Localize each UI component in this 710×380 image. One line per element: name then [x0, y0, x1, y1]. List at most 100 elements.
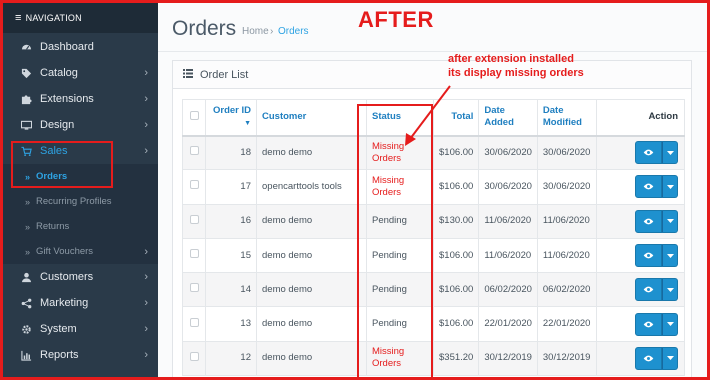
share-icon	[20, 298, 32, 309]
sidebar-item-marketing[interactable]: Marketing ›	[3, 290, 158, 316]
row-checkbox-cell[interactable]	[182, 134, 206, 171]
table-row: 13 demo demo Pending $106.00 22/01/2020 22/01…	[182, 306, 686, 342]
caret-down-icon	[666, 150, 674, 155]
sort-desc-icon: ▼	[244, 119, 251, 127]
list-icon	[183, 68, 193, 81]
date-added-cell: 30/06/2020	[478, 169, 538, 205]
submenu-item-label: Returns	[36, 221, 70, 232]
sidebar-item-design[interactable]: Design ›	[3, 112, 158, 138]
order-actions-dropdown-button[interactable]	[662, 175, 678, 199]
caret-down-icon	[666, 322, 674, 327]
sidebar-item-label: Design	[40, 119, 75, 131]
sidebar-item-dashboard[interactable]: Dashboard	[3, 34, 158, 60]
row-checkbox-cell[interactable]	[182, 272, 206, 308]
customer-cell: demo demo	[256, 134, 367, 171]
chevron-right-icon: ›	[144, 245, 148, 258]
view-order-button[interactable]	[635, 312, 662, 336]
order-actions-dropdown-button[interactable]	[662, 312, 678, 336]
column-date-modified[interactable]: Date Modified	[536, 99, 597, 137]
row-checkbox-cell[interactable]	[182, 306, 206, 342]
eye-icon	[643, 355, 654, 362]
column-total[interactable]: Total	[432, 99, 480, 137]
breadcrumb-home[interactable]: Home	[242, 26, 269, 37]
column-order-id[interactable]: Order ID ▼	[205, 99, 257, 137]
status-column-highlight	[357, 104, 433, 380]
sidebar-item-label: Catalog	[40, 67, 78, 79]
order-id-cell: 12	[205, 340, 257, 377]
view-order-button[interactable]	[635, 278, 662, 302]
date-added-cell: 22/01/2020	[478, 306, 538, 342]
column-label: Order ID	[212, 104, 251, 116]
order-actions-dropdown-button[interactable]	[662, 244, 678, 268]
select-all-checkbox-cell[interactable]	[182, 99, 206, 137]
date-modified-cell: 11/06/2020	[536, 237, 597, 274]
submenu-item-label: Gift Vouchers	[36, 246, 94, 257]
sidebar-item-system[interactable]: System ›	[3, 316, 158, 342]
chevron-right-icon: ›	[144, 67, 148, 79]
row-checkbox-cell[interactable]	[182, 237, 206, 274]
action-button-group	[635, 209, 678, 233]
view-order-button[interactable]	[635, 209, 662, 233]
customer-cell: demo demo	[256, 237, 367, 274]
sidebar-item-reports[interactable]: Reports ›	[3, 342, 158, 368]
total-cell: $351.20	[432, 340, 480, 377]
row-checkbox-cell[interactable]	[182, 340, 206, 377]
action-button-group	[635, 312, 678, 336]
eye-icon	[643, 286, 654, 293]
hamburger-icon[interactable]: ≡	[15, 12, 22, 24]
date-added-cell: 11/06/2020	[478, 237, 538, 274]
view-order-button[interactable]	[635, 346, 662, 370]
date-added-cell: 30/12/2019	[478, 340, 538, 377]
row-checkbox[interactable]	[189, 317, 199, 327]
row-checkbox[interactable]	[189, 180, 199, 190]
navigation-header[interactable]: ≡ NAVIGATION	[3, 3, 158, 33]
caret-down-icon	[666, 253, 674, 258]
order-actions-dropdown-button[interactable]	[662, 209, 678, 233]
eye-icon	[643, 252, 654, 259]
select-all-checkbox[interactable]	[189, 110, 199, 120]
sidebar-item-label: System	[40, 323, 77, 335]
submenu-item-recurring-profiles[interactable]: » Recurring Profiles	[3, 189, 158, 214]
column-customer[interactable]: Customer	[256, 99, 367, 137]
view-order-button[interactable]	[635, 175, 662, 199]
sidebar-item-extensions[interactable]: Extensions ›	[3, 86, 158, 112]
panel-heading: Order List	[173, 61, 691, 89]
annotation-line-2: its display missing orders	[448, 67, 584, 79]
view-order-button[interactable]	[635, 244, 662, 268]
sidebar-item-catalog[interactable]: Catalog ›	[3, 60, 158, 86]
submenu-item-returns[interactable]: » Returns	[3, 214, 158, 239]
action-cell	[595, 169, 686, 205]
sales-highlight-box	[11, 141, 113, 188]
order-actions-dropdown-button[interactable]	[662, 346, 678, 370]
order-id-cell: 16	[205, 203, 257, 239]
table-header-row: Order ID ▼ Customer Status Total Date Ad…	[182, 99, 686, 137]
sidebar-item-customers[interactable]: Customers ›	[3, 264, 158, 290]
date-modified-cell: 06/02/2020	[536, 272, 597, 308]
total-cell: $106.00	[432, 272, 480, 308]
monitor-icon	[20, 120, 32, 131]
row-checkbox[interactable]	[189, 351, 199, 361]
date-added-cell: 06/02/2020	[478, 272, 538, 308]
eye-icon	[643, 321, 654, 327]
row-checkbox[interactable]	[189, 214, 199, 224]
order-actions-dropdown-button[interactable]	[662, 278, 678, 302]
order-actions-dropdown-button[interactable]	[662, 141, 678, 165]
view-order-button[interactable]	[635, 141, 662, 165]
row-checkbox-cell[interactable]	[182, 203, 206, 239]
action-cell	[595, 340, 686, 377]
row-checkbox-cell[interactable]	[182, 169, 206, 205]
action-cell	[595, 272, 686, 308]
customer-cell: demo demo	[256, 306, 367, 342]
breadcrumb-current[interactable]: Orders	[278, 26, 309, 37]
double-chevron-icon: »	[25, 246, 31, 257]
column-action: Action	[595, 99, 686, 137]
total-cell: $106.00	[432, 237, 480, 274]
column-date-added[interactable]: Date Added	[478, 99, 538, 137]
row-checkbox[interactable]	[189, 146, 199, 156]
date-modified-cell: 22/01/2020	[536, 306, 597, 342]
row-checkbox[interactable]	[189, 283, 199, 293]
row-checkbox[interactable]	[189, 249, 199, 259]
customer-cell: opencarttools tools	[256, 169, 367, 205]
chevron-right-icon: ›	[144, 119, 148, 131]
submenu-item-gift-vouchers[interactable]: » Gift Vouchers ›	[3, 239, 158, 264]
